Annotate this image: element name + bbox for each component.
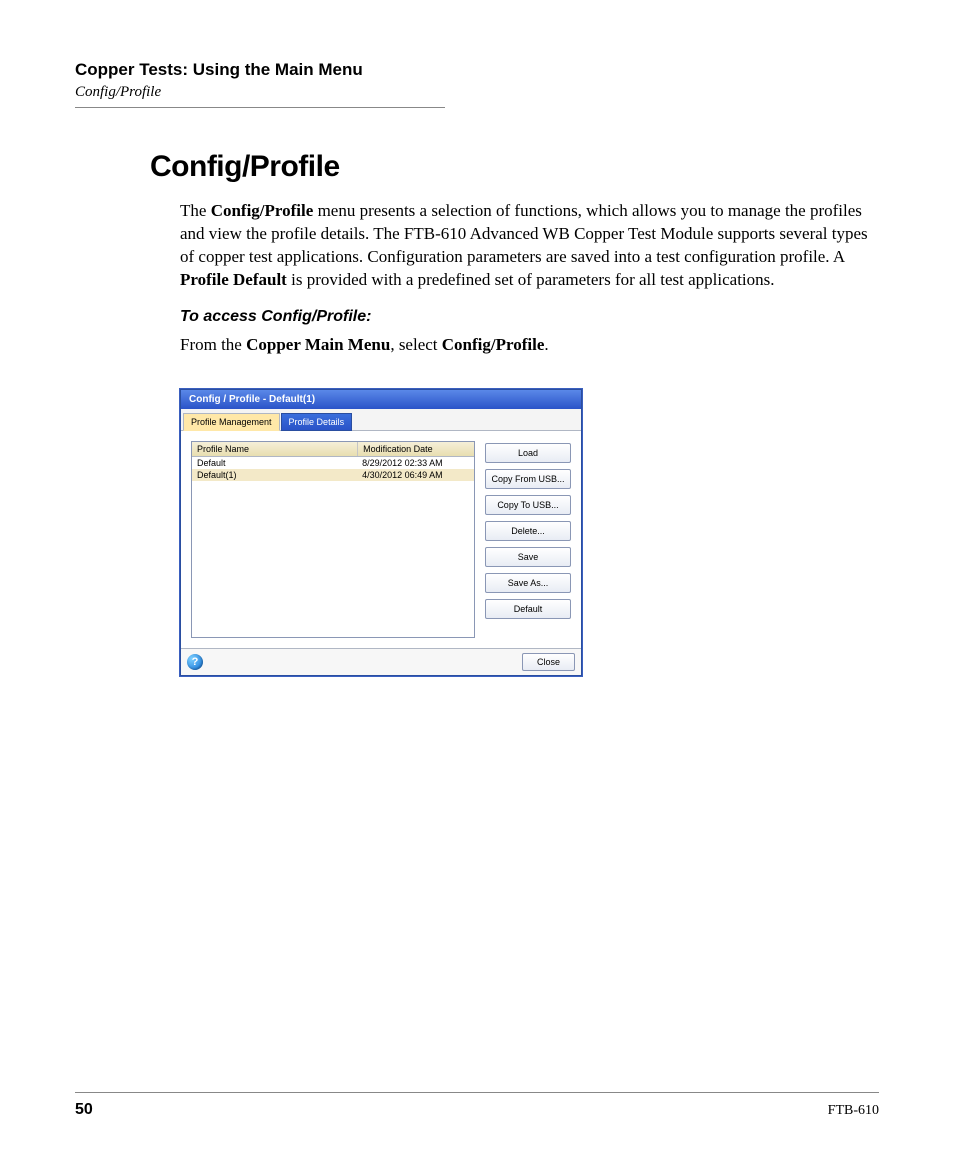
copy-to-usb-button[interactable]: Copy To USB... [485, 495, 571, 515]
col-profile-name[interactable]: Profile Name [192, 442, 358, 456]
section-title: Config/Profile [150, 150, 879, 184]
window-body: Profile Name Modification Date Default 8… [181, 431, 581, 648]
text: , select [390, 335, 441, 354]
text: From the [180, 335, 246, 354]
tab-bar: Profile Management Profile Details [181, 409, 581, 431]
profile-table: Profile Name Modification Date Default 8… [191, 441, 475, 638]
bold-term: Config/Profile [442, 335, 545, 354]
page-footer: 50 FTB-610 [75, 1092, 879, 1119]
header-rule [75, 107, 445, 108]
save-as-button[interactable]: Save As... [485, 573, 571, 593]
section-subtitle: Config/Profile [75, 84, 879, 101]
tab-profile-details[interactable]: Profile Details [281, 413, 353, 431]
product-code: FTB-610 [828, 1103, 879, 1119]
window-footer: ? Close [181, 648, 581, 675]
cell-name: Default(1) [192, 469, 357, 481]
chapter-title: Copper Tests: Using the Main Menu [75, 60, 879, 80]
cell-name: Default [192, 457, 357, 469]
side-buttons: Load Copy From USB... Copy To USB... Del… [485, 441, 571, 638]
table-row[interactable]: Default 8/29/2012 02:33 AM [192, 457, 474, 469]
bold-term: Copper Main Menu [246, 335, 390, 354]
window-titlebar: Config / Profile - Default(1) [181, 390, 581, 409]
help-icon[interactable]: ? [187, 654, 203, 670]
col-mod-date[interactable]: Modification Date [358, 442, 474, 456]
bold-term: Config/Profile [211, 201, 314, 220]
load-button[interactable]: Load [485, 443, 571, 463]
close-button[interactable]: Close [522, 653, 575, 671]
cell-date: 8/29/2012 02:33 AM [357, 457, 474, 469]
save-button[interactable]: Save [485, 547, 571, 567]
screenshot-window: Config / Profile - Default(1) Profile Ma… [180, 389, 582, 676]
page-number: 50 [75, 1101, 93, 1119]
cell-date: 4/30/2012 06:49 AM [357, 469, 474, 481]
bold-term: Profile Default [180, 270, 287, 289]
table-row[interactable]: Default(1) 4/30/2012 06:49 AM [192, 469, 474, 481]
table-header: Profile Name Modification Date [192, 442, 474, 457]
access-paragraph: From the Copper Main Menu, select Config… [180, 334, 879, 357]
access-subheading: To access Config/Profile: [180, 308, 879, 326]
text: is provided with a predefined set of par… [287, 270, 775, 289]
text: The [180, 201, 211, 220]
default-button[interactable]: Default [485, 599, 571, 619]
delete-button[interactable]: Delete... [485, 521, 571, 541]
tab-profile-management[interactable]: Profile Management [183, 413, 280, 431]
intro-paragraph: The Config/Profile menu presents a selec… [180, 200, 879, 292]
copy-from-usb-button[interactable]: Copy From USB... [485, 469, 571, 489]
page-header: Copper Tests: Using the Main Menu Config… [75, 60, 879, 108]
text: . [544, 335, 548, 354]
